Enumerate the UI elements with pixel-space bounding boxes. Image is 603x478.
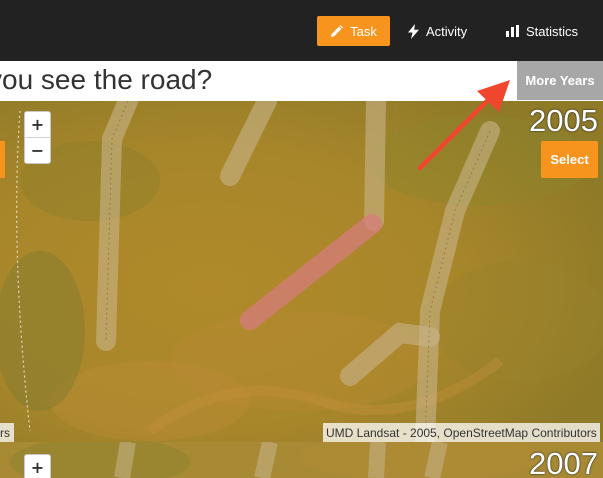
zoom-in-button-2007[interactable]: + bbox=[25, 455, 50, 478]
map-attribution: UMD Landsat - 2005, OpenStreetMap Contri… bbox=[323, 423, 600, 442]
question-bar: you see the road? bbox=[0, 61, 520, 101]
satellite-imagery bbox=[0, 101, 603, 442]
satellite-map-2007[interactable]: + 2007 bbox=[0, 442, 603, 478]
statistics-button[interactable]: Statistics bbox=[506, 16, 603, 46]
zoom-out-button[interactable]: − bbox=[25, 138, 50, 163]
task-button[interactable]: Task bbox=[317, 16, 390, 46]
activity-button-label: Activity bbox=[426, 23, 468, 39]
attribution-fragment-left: rs bbox=[0, 423, 14, 442]
activity-button[interactable]: Activity bbox=[408, 16, 488, 46]
top-navigation-bar: Task Activity Statistics bbox=[0, 0, 603, 61]
zoom-control-2005: + − bbox=[24, 111, 51, 164]
year-label-2005: 2005 bbox=[529, 103, 598, 138]
statistics-button-label: Statistics bbox=[526, 23, 579, 39]
satellite-imagery-2007 bbox=[0, 442, 603, 478]
more-years-button[interactable]: More Years bbox=[517, 61, 603, 100]
left-panel-select-button-edge[interactable] bbox=[0, 141, 5, 178]
bar-chart-icon bbox=[506, 25, 519, 37]
select-button[interactable]: Select bbox=[541, 141, 598, 178]
satellite-map-2005[interactable]: + − 2005 Select rs UMD Landsat - 2005, O… bbox=[0, 101, 603, 442]
zoom-in-button[interactable]: + bbox=[25, 112, 50, 137]
question-text: you see the road? bbox=[0, 64, 213, 95]
task-button-label: Task bbox=[350, 23, 377, 39]
year-label-2007: 2007 bbox=[529, 446, 598, 478]
pencil-icon bbox=[330, 24, 344, 38]
lightning-icon bbox=[408, 23, 419, 39]
zoom-control-2007: + bbox=[24, 454, 51, 478]
